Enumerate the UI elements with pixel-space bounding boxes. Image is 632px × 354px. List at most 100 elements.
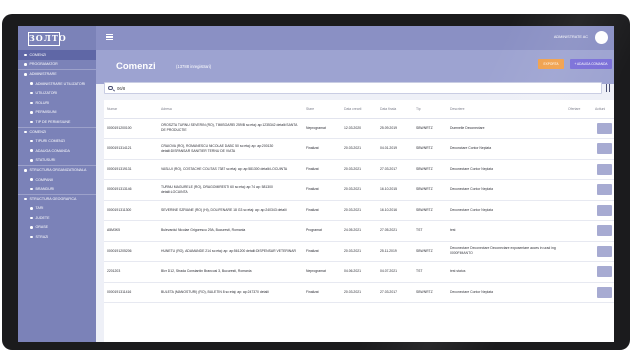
column-header[interactable]: Tip	[413, 100, 447, 119]
table-cell: Deconectare Contor Neplata	[447, 159, 565, 180]
table-cell: Finalizat	[303, 138, 341, 160]
column-header[interactable]: Actiuni	[592, 100, 614, 119]
table-cell: 0000191205206	[104, 241, 158, 262]
table-row[interactable]: 0000191200100 OROSZTA TURNU SEVERIN (RO),…	[104, 118, 614, 139]
sidebar-item[interactable]: Companii	[18, 175, 96, 185]
table-cell: 12.03.2020	[341, 118, 377, 139]
bullet-icon	[30, 120, 33, 124]
row-action-button[interactable]	[597, 122, 612, 134]
sidebar-item-label: Branduri	[35, 187, 55, 192]
table-cell: TST	[413, 261, 447, 283]
sidebar-item-label: Comenzi	[29, 52, 47, 57]
table-row[interactable]: 0000191319131 VASLUI (RO), COSTACHE COLIT…	[104, 159, 614, 180]
table-cell: SEVERINE SZRIANE (RO) (HI), DOLIFENARE 1…	[158, 200, 303, 221]
table-cell: Deconectare Deconectare Deconectare expo…	[447, 241, 565, 262]
sidebar-item[interactable]: Structura geografica	[18, 193, 96, 204]
avatar[interactable]	[595, 31, 608, 44]
sidebar-item-label: Companii	[35, 177, 54, 182]
bullet-icon	[30, 235, 33, 239]
sidebar-item[interactable]: Strazi	[18, 232, 96, 242]
sidebar-item[interactable]: Adauga comanda	[18, 146, 96, 156]
row-action-button[interactable]	[597, 286, 612, 298]
column-header[interactable]: Data finala	[377, 100, 413, 119]
table-cell: 04.07.2021	[377, 261, 413, 283]
sidebar-item-label: Comenzi	[29, 130, 47, 135]
table-row[interactable]: A5M3K5 Bulevardul Nicolae Grigorescu 29A,…	[104, 220, 614, 242]
column-header[interactable]: Data crearii	[341, 100, 377, 119]
table-cell: 04.01.2019	[377, 138, 413, 160]
bullet-icon	[30, 91, 33, 95]
sidebar-item[interactable]: Structura organizationala	[18, 165, 96, 175]
sidebar-item[interactable]: Comenzi	[18, 50, 96, 60]
row-action-button[interactable]	[597, 225, 612, 237]
table-cell: SBWNRTZ	[413, 159, 447, 180]
bullet-icon	[24, 53, 27, 57]
sidebar-item[interactable]: Comenzi	[18, 126, 96, 137]
table-cell: VASLUI (RO), COSTACHE COLITAS 7387 sc:et…	[158, 159, 303, 180]
bullet-icon	[30, 101, 33, 105]
search-icon	[108, 85, 113, 91]
sidebar-item-label: Adauga comanda	[35, 148, 70, 153]
actions-cell	[592, 118, 614, 139]
sidebar-item[interactable]: Utilizatori	[18, 88, 96, 98]
column-header[interactable]: Numar	[104, 100, 158, 119]
column-header[interactable]: Ofertare	[565, 100, 592, 119]
table-cell: 27.05.2021	[377, 220, 413, 242]
table-cell	[565, 179, 592, 201]
user-name[interactable]: ADMINISTRATE AC	[554, 35, 588, 39]
row-action-button[interactable]	[597, 266, 612, 278]
sidebar-item[interactable]: Orase	[18, 223, 96, 233]
row-action-button[interactable]	[597, 245, 612, 257]
column-header[interactable]: Descriere	[447, 100, 565, 119]
table-row[interactable]: 0000191314121 CRAIOVA (RO), ROMANESCU NIC…	[104, 138, 614, 160]
record-count: (13788 inregistrari)	[176, 64, 212, 69]
row-action-button[interactable]	[597, 204, 612, 216]
sidebar-item[interactable]: Judete	[18, 213, 96, 223]
sidebar-item[interactable]: Tipuri comenzi	[18, 136, 96, 146]
sidebar-item[interactable]: Administrare	[18, 69, 96, 79]
table-cell: 27.03.2017	[377, 282, 413, 303]
table-cell: 0000191314121	[104, 138, 158, 160]
sidebar-item-label: Utilizatori	[35, 91, 58, 96]
table-cell: 0000191311300	[104, 200, 158, 221]
actions-cell	[592, 241, 614, 262]
menu-toggle-icon[interactable]	[106, 34, 113, 40]
table-cell: SBWNRTZ	[413, 200, 447, 221]
table-row[interactable]: 0000191205206 HUNETU (RO), ADAMANDE 214 s…	[104, 241, 614, 262]
sidebar-item[interactable]: Statusuri	[18, 156, 96, 166]
sidebar-nav: Comenzi Programator Administrare Administra…	[18, 50, 96, 242]
actions-cell	[592, 220, 614, 242]
table-row[interactable]: 0000191311416 BULETA (MANOSTURI) (RO), BU…	[104, 282, 614, 303]
sidebar-item[interactable]: Administrare utilizatori	[18, 79, 96, 89]
bullet-icon	[24, 63, 27, 66]
actions-cell	[592, 179, 614, 201]
sidebar-item[interactable]: Roluri	[18, 98, 96, 108]
actions-cell	[592, 282, 614, 303]
sidebar-item[interactable]: Tip de permisiune	[18, 117, 96, 127]
export-button[interactable]: Exporta	[538, 59, 564, 69]
sidebar-item-label: Structura organizationala	[29, 168, 87, 173]
filter-icon[interactable]	[604, 83, 612, 93]
row-action-button[interactable]	[597, 143, 612, 155]
table-row[interactable]: 0000191313146 TURNU MAGURELE (RO), DRAGOM…	[104, 179, 614, 201]
table-cell: OROSZTA TURNU SEVERIN (RO), TIMISOAREI 2…	[158, 118, 303, 139]
sidebar-item[interactable]: Tari	[18, 204, 96, 214]
bullet-icon	[30, 149, 33, 152]
column-header[interactable]: Adresa	[158, 100, 303, 119]
table-cell: 20.03.2021	[341, 282, 377, 303]
table-cell: 04.06.2021	[341, 261, 377, 283]
sidebar-item[interactable]: Permisiuni	[18, 108, 96, 118]
add-order-button[interactable]: + Adauga comanda	[570, 59, 612, 69]
search-input[interactable]: 06/8	[104, 82, 602, 94]
row-action-button[interactable]	[597, 184, 612, 196]
table-cell	[565, 241, 592, 262]
column-header[interactable]: Stare	[303, 100, 341, 119]
table-row[interactable]: 2201203 Blvr D12, Strada Constantin Branc…	[104, 261, 614, 283]
table-row[interactable]: 0000191311300 SEVERINE SZRIANE (RO) (HI),…	[104, 200, 614, 221]
actions-cell	[592, 138, 614, 160]
sidebar-item[interactable]: Branduri	[18, 184, 96, 194]
app-logo[interactable]: ЗОЛТО	[28, 32, 66, 46]
sidebar-item[interactable]: Programator	[18, 60, 96, 70]
table-cell: 0000191311416	[104, 282, 158, 303]
row-action-button[interactable]	[597, 163, 612, 175]
